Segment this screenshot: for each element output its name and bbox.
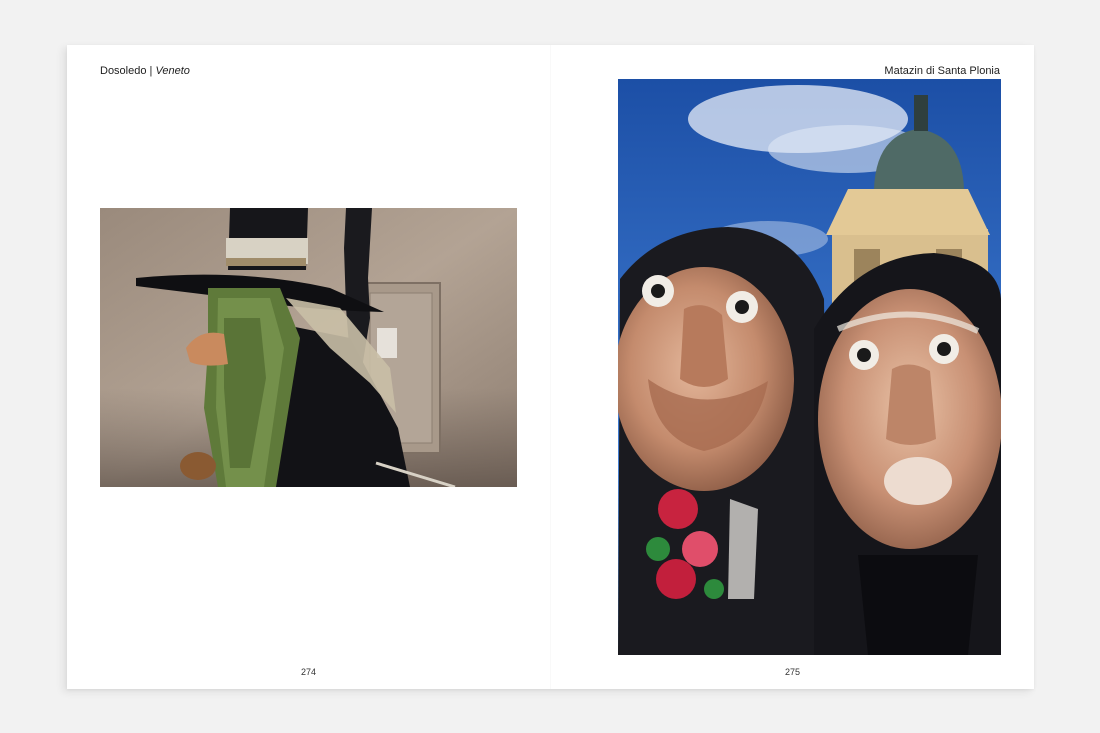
running-head-region: Veneto (155, 65, 190, 77)
gutter (550, 45, 551, 689)
photo-two-carved-masks (618, 79, 1001, 655)
right-page-number: 275 (785, 667, 801, 677)
running-head-place: Dosoledo (100, 65, 147, 77)
right-running-head: Matazin di Santa Plonia (884, 65, 1000, 77)
book-spread: Dosoledo | Veneto 274 Matazin di Santa P… (67, 45, 1034, 689)
left-running-head: Dosoledo | Veneto (100, 65, 190, 77)
left-page-number: 274 (301, 667, 317, 677)
photo-masked-figure-with-hat (100, 208, 517, 487)
running-head-separator: | (149, 65, 153, 77)
